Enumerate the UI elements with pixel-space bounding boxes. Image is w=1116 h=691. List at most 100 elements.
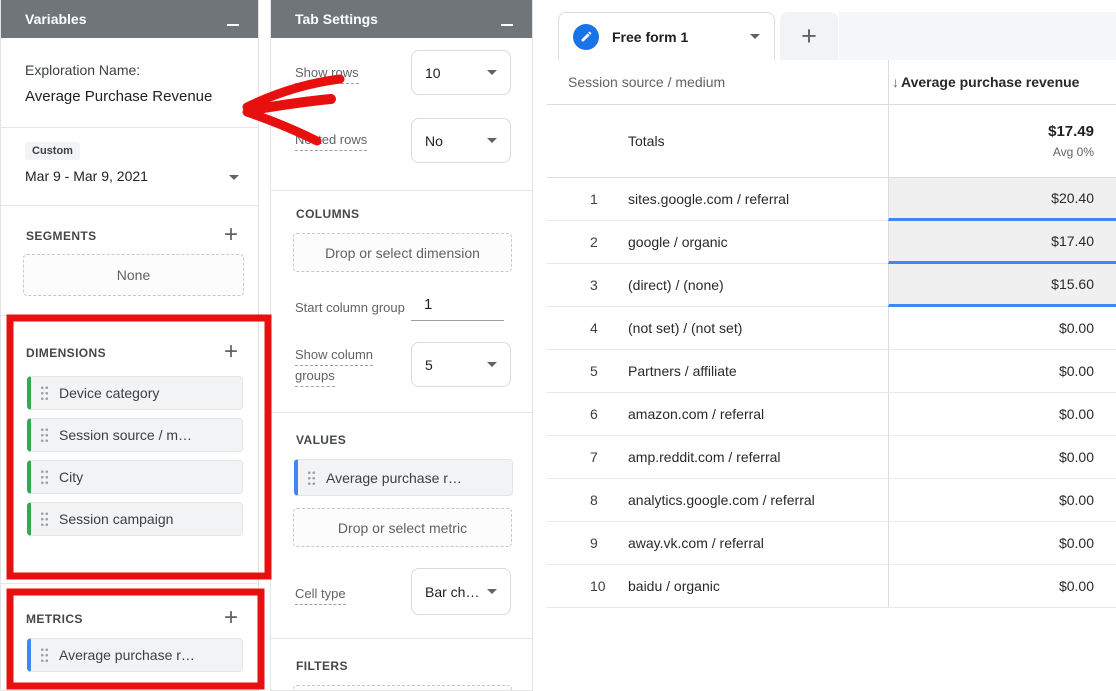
row-label: (not set) / (not set) — [628, 320, 742, 336]
metrics-label: METRICS — [26, 612, 83, 626]
drag-handle-icon — [40, 385, 49, 401]
table-row: 8analytics.google.com / referral $0.00 — [547, 479, 1116, 522]
add-segment-icon[interactable]: + — [224, 226, 238, 244]
date-dropdown-caret-icon[interactable] — [229, 175, 239, 180]
date-range-value[interactable]: Mar 9 - Mar 9, 2021 — [25, 168, 148, 184]
row-number: 2 — [590, 234, 628, 250]
divider — [1, 583, 258, 584]
cell-type-label: Cell type — [295, 583, 346, 604]
dimension-chip-label: Session source / m… — [59, 427, 192, 443]
minimize-icon[interactable] — [226, 12, 240, 26]
table-row: 9away.vk.com / referral $0.00 — [547, 522, 1116, 565]
add-metric-icon[interactable]: + — [224, 609, 238, 627]
row-value-bar-cell: $17.40 — [888, 221, 1116, 264]
dimension-chip-label: Session campaign — [59, 511, 173, 527]
drag-handle-icon — [40, 647, 49, 663]
start-column-group-input[interactable]: 1 — [411, 296, 504, 321]
row-value-cell: $0.00 — [888, 307, 1116, 350]
row-label: Partners / affiliate — [628, 363, 737, 379]
tab-free-form[interactable]: Free form 1 — [558, 12, 775, 60]
totals-value-cell: $17.49 Avg 0% — [888, 105, 1116, 178]
dimensions-label: DIMENSIONS — [26, 346, 106, 360]
table-row: 4(not set) / (not set) $0.00 — [547, 307, 1116, 350]
edit-pencil-icon — [573, 24, 599, 50]
table-row: 10baidu / organic $0.00 — [547, 565, 1116, 608]
dimension-chip-label: Device category — [59, 385, 159, 401]
totals-avg: Avg 0% — [1053, 145, 1094, 159]
metric-column-header[interactable]: ↓ Average purchase revenue — [888, 60, 1116, 105]
cell-type-dropdown[interactable]: Bar ch… — [411, 568, 511, 615]
row-value-cell: $0.00 — [888, 393, 1116, 436]
minimize-icon[interactable] — [500, 12, 514, 26]
ga4-exploration-page: { "colors": { "annotation_red": "#e8100e… — [0, 0, 1116, 691]
dropdown-caret-icon — [487, 362, 497, 367]
row-label: sites.google.com / referral — [628, 191, 789, 207]
nested-rows-value: No — [425, 133, 443, 149]
row-number: 8 — [590, 492, 628, 508]
row-label: google / organic — [628, 234, 728, 250]
row-number: 10 — [590, 578, 628, 594]
add-dimension-icon[interactable]: + — [224, 343, 238, 361]
divider — [271, 190, 532, 191]
report-area: Free form 1 + Session source / medium ↓ … — [547, 0, 1116, 691]
exploration-name[interactable]: Average Purchase Revenue — [25, 88, 212, 105]
table-row: 2google / organic $17.40 — [547, 221, 1116, 264]
row-number: 3 — [590, 277, 628, 293]
tab-dropdown-caret-icon[interactable] — [750, 34, 760, 39]
dropdown-caret-icon — [487, 138, 497, 143]
add-tab-button[interactable]: + — [780, 12, 838, 60]
row-label: amp.reddit.com / referral — [628, 449, 781, 465]
drag-handle-icon — [307, 470, 316, 486]
show-column-groups-value: 5 — [425, 357, 433, 373]
row-number: 4 — [590, 320, 628, 336]
show-rows-value: 10 — [425, 65, 441, 81]
divider — [1, 315, 258, 316]
row-number: 5 — [590, 363, 628, 379]
divider — [271, 412, 532, 413]
divider — [1, 127, 258, 128]
exploration-name-label: Exploration Name: — [25, 62, 140, 78]
variables-panel: Variables Exploration Name: Average Purc… — [0, 0, 259, 691]
dimension-chip[interactable]: Device category — [27, 376, 243, 410]
show-column-groups-label: Show column groups — [295, 344, 390, 386]
row-number: 9 — [590, 535, 628, 551]
row-number: 7 — [590, 449, 628, 465]
metric-column-header-label: Average purchase revenue — [901, 74, 1079, 90]
dimension-chip[interactable]: Session source / m… — [27, 418, 243, 452]
value-chip[interactable]: Average purchase r… — [294, 459, 513, 496]
totals-value: $17.49 — [1048, 123, 1094, 140]
drag-handle-icon — [40, 469, 49, 485]
drag-handle-icon — [40, 427, 49, 443]
tab-strip-background — [839, 12, 1116, 60]
show-column-groups-dropdown[interactable]: 5 — [411, 342, 511, 387]
variables-panel-title: Variables — [25, 11, 87, 27]
metric-chip[interactable]: Average purchase r… — [27, 638, 243, 672]
table-header-row: Session source / medium ↓ Average purcha… — [547, 60, 1116, 105]
nested-rows-label: Nested rows — [295, 129, 367, 150]
totals-row: Totals $17.49 Avg 0% — [547, 105, 1116, 178]
tab-settings-panel: Tab Settings Show rows 10 Nested rows No… — [270, 0, 533, 691]
dimension-chip-label: City — [59, 469, 83, 485]
dimension-chip[interactable]: Session campaign — [27, 502, 243, 536]
variables-panel-header: Variables — [1, 0, 258, 38]
row-value-cell: $0.00 — [888, 350, 1116, 393]
row-value-cell: $0.00 — [888, 436, 1116, 479]
values-dropzone[interactable]: Drop or select metric — [293, 508, 512, 547]
segments-dropzone[interactable]: None — [23, 254, 244, 296]
show-rows-dropdown[interactable]: 10 — [411, 50, 511, 95]
table-row: 3(direct) / (none) $15.60 — [547, 264, 1116, 307]
drag-handle-icon — [40, 511, 49, 527]
sort-descending-icon: ↓ — [892, 74, 899, 90]
table-row: 6amazon.com / referral $0.00 — [547, 393, 1116, 436]
start-column-group-label: Start column group — [295, 300, 405, 315]
table-row: 7amp.reddit.com / referral $0.00 — [547, 436, 1116, 479]
metric-chip-label: Average purchase r… — [59, 647, 195, 663]
columns-dropzone[interactable]: Drop or select dimension — [293, 233, 512, 272]
dimension-chip[interactable]: City — [27, 460, 243, 494]
row-label: analytics.google.com / referral — [628, 492, 815, 508]
table-row: 1sites.google.com / referral $20.40 — [547, 178, 1116, 221]
dimension-column-header[interactable]: Session source / medium — [547, 60, 888, 105]
nested-rows-dropdown[interactable]: No — [411, 118, 511, 163]
divider — [1, 205, 258, 206]
filters-dropzone[interactable] — [293, 685, 512, 691]
